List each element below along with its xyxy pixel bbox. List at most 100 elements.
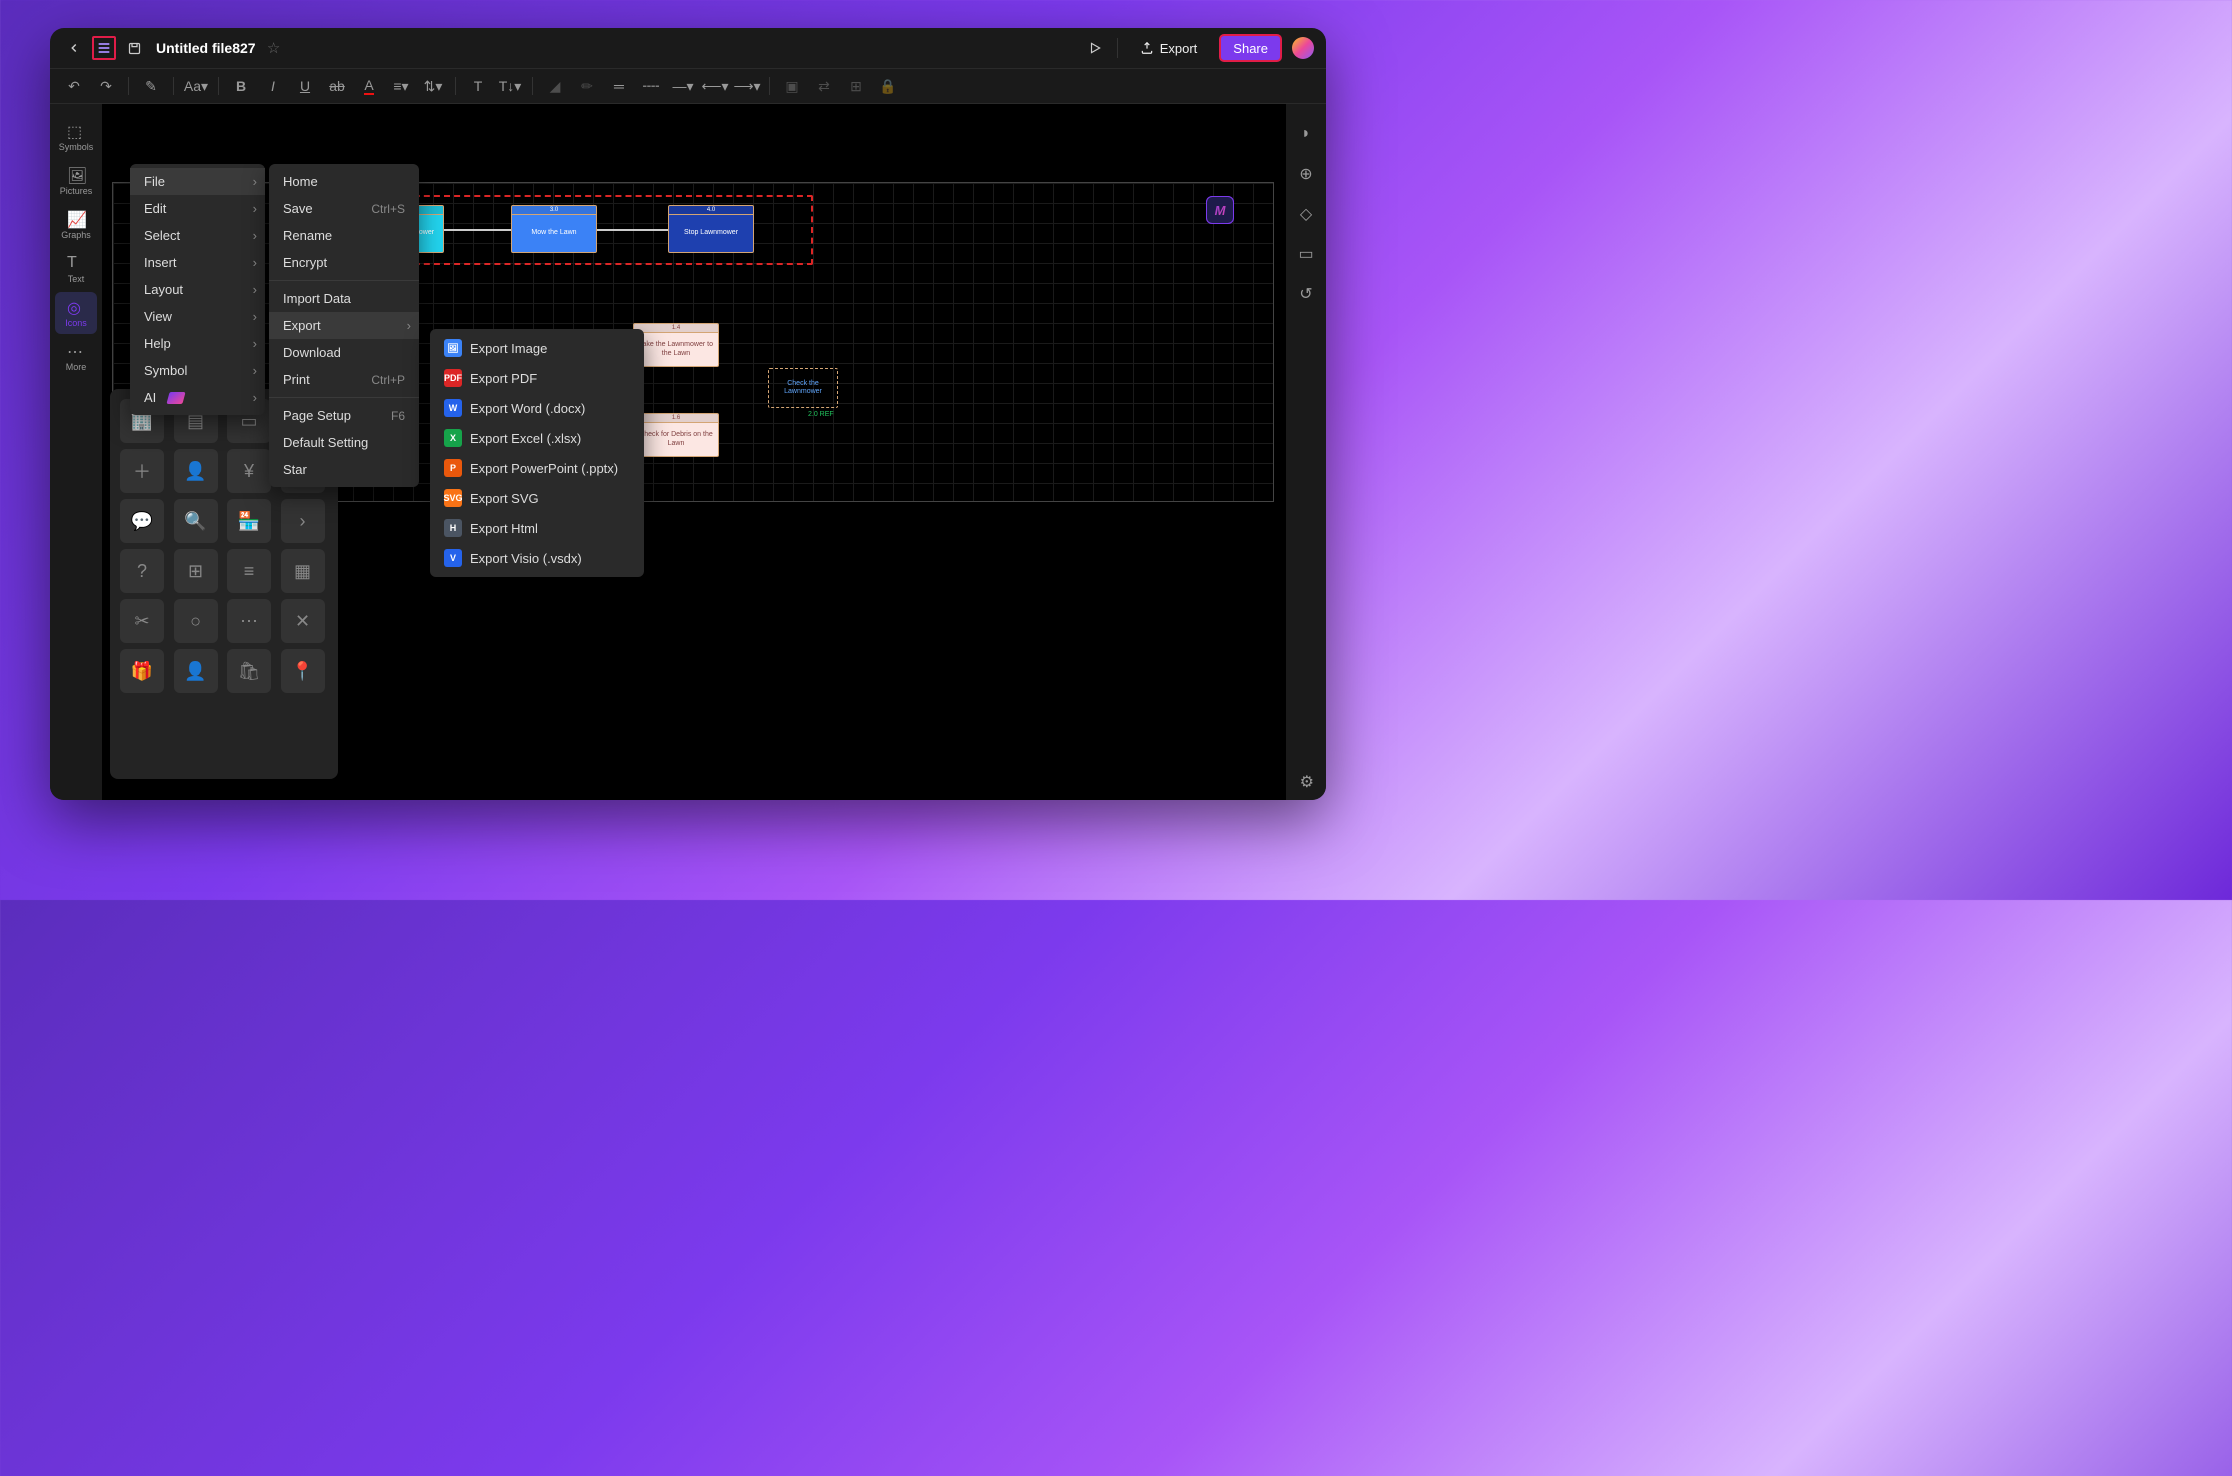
- icon-search[interactable]: 🔍: [174, 499, 218, 543]
- menu-item-help[interactable]: Help: [130, 330, 265, 357]
- icon-question[interactable]: ?: [120, 549, 164, 593]
- font-icon[interactable]: Aa▾: [182, 72, 210, 100]
- align-icon[interactable]: ≡▾: [387, 72, 415, 100]
- sidebar-item-symbols[interactable]: ⬚Symbols: [55, 116, 97, 158]
- menu-item-page-setup[interactable]: Page SetupF6: [269, 402, 419, 429]
- arrow-end-icon[interactable]: ⟶▾: [733, 72, 761, 100]
- icon-person[interactable]: 👤: [174, 649, 218, 693]
- menu-item-ai[interactable]: AI: [130, 384, 265, 411]
- icon-qr[interactable]: ▦: [281, 549, 325, 593]
- strikethrough-icon[interactable]: ab: [323, 72, 351, 100]
- document-title[interactable]: Untitled file827: [156, 40, 256, 56]
- icon-pin[interactable]: 📍: [281, 649, 325, 693]
- menu-item-export-svg[interactable]: SVGExport SVG: [430, 483, 644, 513]
- icon-close[interactable]: ✕: [281, 599, 325, 643]
- menu-item-default-setting[interactable]: Default Setting: [269, 429, 419, 456]
- line-weight-icon[interactable]: —▾: [669, 72, 697, 100]
- icon-id[interactable]: 👤: [174, 449, 218, 493]
- arrange-icon[interactable]: ⇄: [810, 72, 838, 100]
- menu-item-export-visio[interactable]: VExport Visio (.vsdx): [430, 543, 644, 573]
- icon-chevron[interactable]: ›: [281, 499, 325, 543]
- fill-bucket-icon[interactable]: ◗: [1296, 124, 1316, 144]
- settings-toggle-icon[interactable]: ⚙: [1300, 772, 1314, 792]
- back-button[interactable]: [62, 36, 86, 60]
- menu-item-insert[interactable]: Insert: [130, 249, 265, 276]
- menu-item-layout[interactable]: Layout: [130, 276, 265, 303]
- text-tool-icon[interactable]: T: [464, 72, 492, 100]
- italic-icon[interactable]: I: [259, 72, 287, 100]
- menu-item-file[interactable]: File: [130, 168, 265, 195]
- flowchart-node[interactable]: 3.0Mow the Lawn: [511, 205, 597, 253]
- present-icon[interactable]: ▭: [1296, 244, 1316, 264]
- text-direction-icon[interactable]: T↓▾: [496, 72, 524, 100]
- underline-icon[interactable]: U: [291, 72, 319, 100]
- menu-item-print[interactable]: PrintCtrl+P: [269, 366, 419, 393]
- icon-gift[interactable]: 🎁: [120, 649, 164, 693]
- lock-icon[interactable]: 🔒: [874, 72, 902, 100]
- flowchart-node-dashed[interactable]: Check the Lawnmower: [768, 368, 838, 408]
- user-avatar[interactable]: [1292, 37, 1314, 59]
- menu-item-rename[interactable]: Rename: [269, 222, 419, 249]
- dash-style-icon[interactable]: ╌╌: [637, 72, 665, 100]
- share-button[interactable]: Share: [1219, 34, 1282, 62]
- paint-icon[interactable]: ✎: [137, 72, 165, 100]
- sidebar-item-graphs[interactable]: 📈Graphs: [55, 204, 97, 246]
- icon-currency[interactable]: ¥: [227, 449, 271, 493]
- icon-chat[interactable]: 💬: [120, 499, 164, 543]
- menu-item-download[interactable]: Download: [269, 339, 419, 366]
- icon-dots[interactable]: ⋯: [227, 599, 271, 643]
- export-button[interactable]: Export: [1128, 34, 1210, 62]
- main-area: ⬚Symbols 🖼Pictures 📈Graphs TText ◎Icons …: [50, 104, 1326, 800]
- history-icon[interactable]: ↺: [1296, 284, 1316, 304]
- flowchart-node[interactable]: 1.4Take the Lawnmower to the Lawn: [633, 323, 719, 367]
- icon-plus[interactable]: ＋: [120, 449, 164, 493]
- flowchart-node[interactable]: 1.6Check for Debris on the Lawn: [633, 413, 719, 457]
- icon-store[interactable]: 🏪: [227, 499, 271, 543]
- menu-item-edit[interactable]: Edit: [130, 195, 265, 222]
- menu-item-star[interactable]: Star: [269, 456, 419, 483]
- sidebar-item-icons[interactable]: ◎Icons: [55, 292, 97, 334]
- hamburger-menu-icon[interactable]: [92, 36, 116, 60]
- menu-item-export-ppt[interactable]: PExport PowerPoint (.pptx): [430, 453, 644, 483]
- add-page-icon[interactable]: ⊕: [1296, 164, 1316, 184]
- save-icon[interactable]: [122, 36, 146, 60]
- icon-menu[interactable]: ≡: [227, 549, 271, 593]
- favorite-star-icon[interactable]: ☆: [262, 36, 286, 60]
- ai-assistant-badge[interactable]: M: [1206, 196, 1234, 224]
- bold-icon[interactable]: B: [227, 72, 255, 100]
- menu-item-encrypt[interactable]: Encrypt: [269, 249, 419, 276]
- menu-item-symbol[interactable]: Symbol: [130, 357, 265, 384]
- menu-item-select[interactable]: Select: [130, 222, 265, 249]
- menu-item-export-excel[interactable]: XExport Excel (.xlsx): [430, 423, 644, 453]
- menu-item-view[interactable]: View: [130, 303, 265, 330]
- arrow-start-icon[interactable]: ⟵▾: [701, 72, 729, 100]
- export-submenu: 🖼Export Image PDFExport PDF WExport Word…: [430, 329, 644, 577]
- icon-window[interactable]: ⊞: [174, 549, 218, 593]
- sidebar-item-more[interactable]: ⋯More: [55, 336, 97, 378]
- distribute-icon[interactable]: ⊞: [842, 72, 870, 100]
- flowchart-node[interactable]: 4.0Stop Lawnmower: [668, 205, 754, 253]
- menu-item-export-html[interactable]: HExport Html: [430, 513, 644, 543]
- menu-item-export-word[interactable]: WExport Word (.docx): [430, 393, 644, 423]
- sidebar-item-pictures[interactable]: 🖼Pictures: [55, 160, 97, 202]
- menu-item-save[interactable]: SaveCtrl+S: [269, 195, 419, 222]
- line-spacing-icon[interactable]: ⇅▾: [419, 72, 447, 100]
- icon-scissors[interactable]: ✂: [120, 599, 164, 643]
- menu-item-import[interactable]: Import Data: [269, 285, 419, 312]
- sidebar-item-text[interactable]: TText: [55, 248, 97, 290]
- menu-item-export[interactable]: Export: [269, 312, 419, 339]
- redo-icon[interactable]: ↷: [92, 72, 120, 100]
- fill-icon[interactable]: ◢: [541, 72, 569, 100]
- play-button[interactable]: [1083, 36, 1107, 60]
- shapes-icon[interactable]: ◇: [1296, 204, 1316, 224]
- undo-icon[interactable]: ↶: [60, 72, 88, 100]
- menu-item-home[interactable]: Home: [269, 168, 419, 195]
- font-color-icon[interactable]: A: [355, 72, 383, 100]
- line-style-icon[interactable]: ═: [605, 72, 633, 100]
- menu-item-export-pdf[interactable]: PDFExport PDF: [430, 363, 644, 393]
- pencil-icon[interactable]: ✏: [573, 72, 601, 100]
- icon-circle[interactable]: ○: [174, 599, 218, 643]
- group-icon[interactable]: ▣: [778, 72, 806, 100]
- menu-item-export-image[interactable]: 🖼Export Image: [430, 333, 644, 363]
- icon-cart[interactable]: 🛍: [227, 649, 271, 693]
